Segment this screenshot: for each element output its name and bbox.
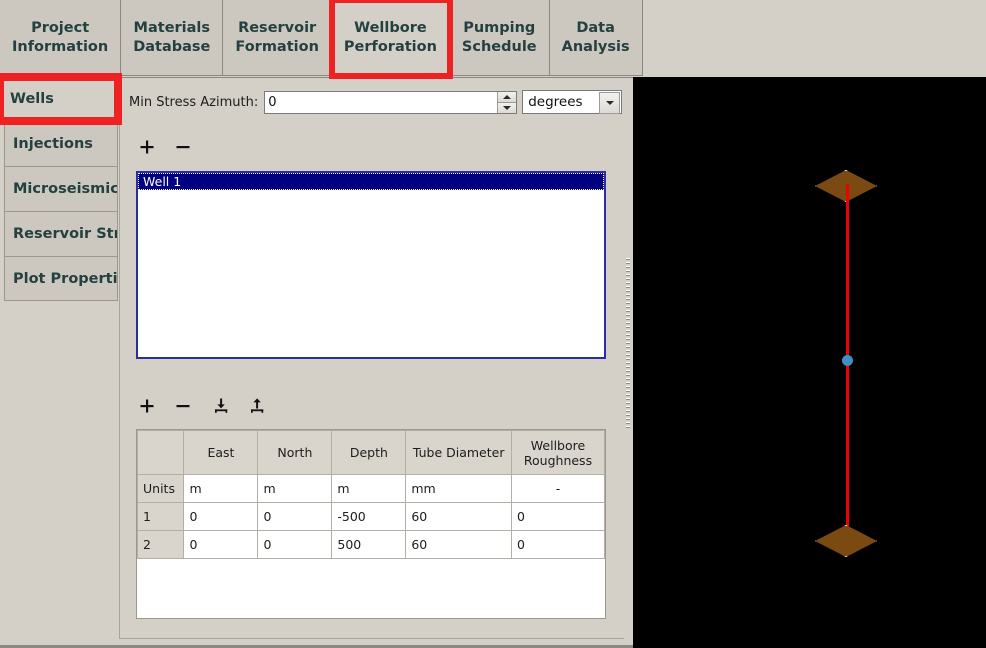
cell-depth[interactable]: -500	[331, 502, 407, 531]
wellbore-geometry-table[interactable]: East North Depth Tube Diameter Wellbore …	[136, 429, 606, 619]
cell-wellbore-roughness[interactable]: -	[510, 474, 605, 503]
triangle-down-icon	[503, 105, 512, 110]
remove-well-button[interactable]	[168, 134, 198, 160]
import-table-button[interactable]	[206, 393, 236, 419]
main-tab-bar: Project Information Materials Database R…	[0, 0, 986, 79]
cell-north[interactable]: 0	[257, 502, 333, 531]
table-row: 1 0 0 -500 60 0	[137, 502, 605, 531]
tab-label-line1: Materials	[133, 20, 211, 37]
tab-pumping-schedule[interactable]: Pumping Schedule	[449, 0, 550, 76]
cell-north[interactable]: m	[257, 474, 333, 503]
remove-row-button[interactable]	[168, 393, 198, 419]
wells-list[interactable]: Well 1	[136, 171, 606, 359]
minus-icon	[176, 146, 190, 149]
row-header[interactable]: Units	[137, 474, 185, 503]
tab-label-line1: Wellbore	[354, 20, 427, 37]
table-header-row: East North Depth Tube Diameter Wellbore …	[137, 430, 605, 475]
tab-label-line1: Project	[31, 20, 90, 37]
wellbore-table-grid: East North Depth Tube Diameter Wellbore …	[137, 430, 605, 559]
column-header-north[interactable]: North	[257, 430, 333, 475]
tab-label-line2: Perforation	[343, 38, 437, 55]
sidebar-item-label: Reservoir Stre	[13, 226, 117, 242]
cell-tube-diameter[interactable]: 60	[405, 530, 512, 559]
cell-wellbore-roughness[interactable]: 0	[510, 530, 605, 559]
wellbore-3d-viewport[interactable]	[633, 77, 986, 648]
tab-strip: Project Information Materials Database R…	[0, 0, 643, 79]
tab-project-information[interactable]: Project Information	[0, 0, 122, 76]
cell-tube-diameter[interactable]: mm	[405, 474, 512, 503]
import-download-icon	[215, 398, 228, 413]
wellbore-table-toolbar	[132, 393, 272, 419]
spinner-buttons	[497, 91, 517, 113]
left-sidebar: Wells Injections Microseismic Reservoir …	[0, 73, 122, 648]
azimuth-units-dropdown[interactable]: degrees	[522, 90, 623, 114]
cell-tube-diameter[interactable]: 60	[405, 502, 512, 531]
plus-icon	[140, 140, 154, 154]
add-well-button[interactable]	[132, 134, 162, 160]
row-header[interactable]: 1	[137, 502, 185, 531]
sidebar-item-plot-properties[interactable]: Plot Propertie	[4, 256, 118, 301]
tab-reservoir-formation[interactable]: Reservoir Formation	[223, 0, 332, 76]
chevron-down-icon	[605, 101, 614, 105]
cell-east[interactable]: 0	[183, 502, 259, 531]
export-upload-icon	[251, 398, 264, 413]
tab-materials-database[interactable]: Materials Database	[121, 0, 224, 76]
sidebar-item-microseismic[interactable]: Microseismic	[4, 166, 118, 211]
cell-depth[interactable]: 500	[331, 530, 407, 559]
application-window: Project Information Materials Database R…	[0, 0, 986, 648]
cell-depth[interactable]: m	[331, 474, 407, 503]
table-row: Units m m m mm -	[137, 474, 605, 503]
spinner-increment-button[interactable]	[498, 91, 517, 103]
tab-label-line2: Information	[12, 38, 109, 55]
sidebar-item-label: Plot Propertie	[13, 270, 118, 287]
sidebar-item-label: Wells	[10, 91, 54, 107]
triangle-up-icon	[503, 94, 512, 99]
tab-label-line2: Schedule	[461, 38, 537, 55]
add-row-button[interactable]	[132, 393, 162, 419]
cell-east[interactable]: m	[183, 474, 259, 503]
column-header-wellbore-roughness[interactable]: Wellbore Roughness	[510, 430, 605, 475]
tab-wellbore-perforation[interactable]: Wellbore Perforation	[328, 0, 453, 79]
tab-label-line2: Formation	[235, 38, 319, 55]
wellbore-midpoint-node[interactable]	[842, 355, 853, 366]
cell-east[interactable]: 0	[183, 530, 259, 559]
wells-list-toolbar	[132, 134, 198, 160]
bottom-perforation-plane-marker	[815, 525, 877, 557]
dropdown-arrow-button[interactable]	[599, 92, 621, 114]
min-stress-azimuth-label: Min Stress Azimuth:	[129, 94, 259, 110]
sidebar-item-reservoir-stress[interactable]: Reservoir Stre	[4, 211, 118, 256]
drag-grip-icon[interactable]	[626, 258, 630, 428]
plus-icon	[140, 399, 154, 413]
cell-north[interactable]: 0	[257, 530, 333, 559]
row-header[interactable]: 2	[137, 530, 185, 559]
azimuth-units-value: degrees	[528, 94, 583, 110]
sidebar-item-injections[interactable]: Injections	[4, 121, 118, 166]
min-stress-azimuth-input[interactable]	[268, 92, 497, 112]
tab-label-line1: Pumping	[463, 20, 536, 37]
minus-icon	[176, 405, 190, 408]
column-header-tube-diameter[interactable]: Tube Diameter	[405, 430, 512, 475]
spinner-decrement-button[interactable]	[498, 102, 517, 113]
min-stress-azimuth-spinbox[interactable]	[264, 90, 518, 114]
min-stress-azimuth-row: Min Stress Azimuth: degrees	[120, 90, 625, 114]
wells-list-item[interactable]: Well 1	[138, 173, 604, 190]
export-table-button[interactable]	[242, 393, 272, 419]
column-header-depth[interactable]: Depth	[331, 430, 407, 475]
wells-list-item-label: Well 1	[143, 174, 182, 189]
cell-wellbore-roughness[interactable]: 0	[510, 502, 605, 531]
tab-data-analysis[interactable]: Data Analysis	[549, 0, 643, 76]
wells-content-panel: Min Stress Azimuth: degrees	[119, 78, 626, 639]
sidebar-item-wells[interactable]: Wells	[0, 73, 122, 125]
tab-label-line1: Data	[576, 20, 615, 37]
sidebar-item-label: Injections	[13, 136, 93, 152]
tab-label-line2: Database	[133, 38, 211, 55]
sidebar-item-label: Microseismic	[13, 181, 118, 197]
tab-label-line2: Analysis	[561, 38, 630, 55]
column-header-east[interactable]: East	[183, 430, 259, 475]
panel-splitter[interactable]	[624, 78, 633, 648]
tab-label-line1: Reservoir	[238, 20, 317, 37]
column-header-corner[interactable]	[137, 430, 185, 475]
table-row: 2 0 0 500 60 0	[137, 530, 605, 559]
